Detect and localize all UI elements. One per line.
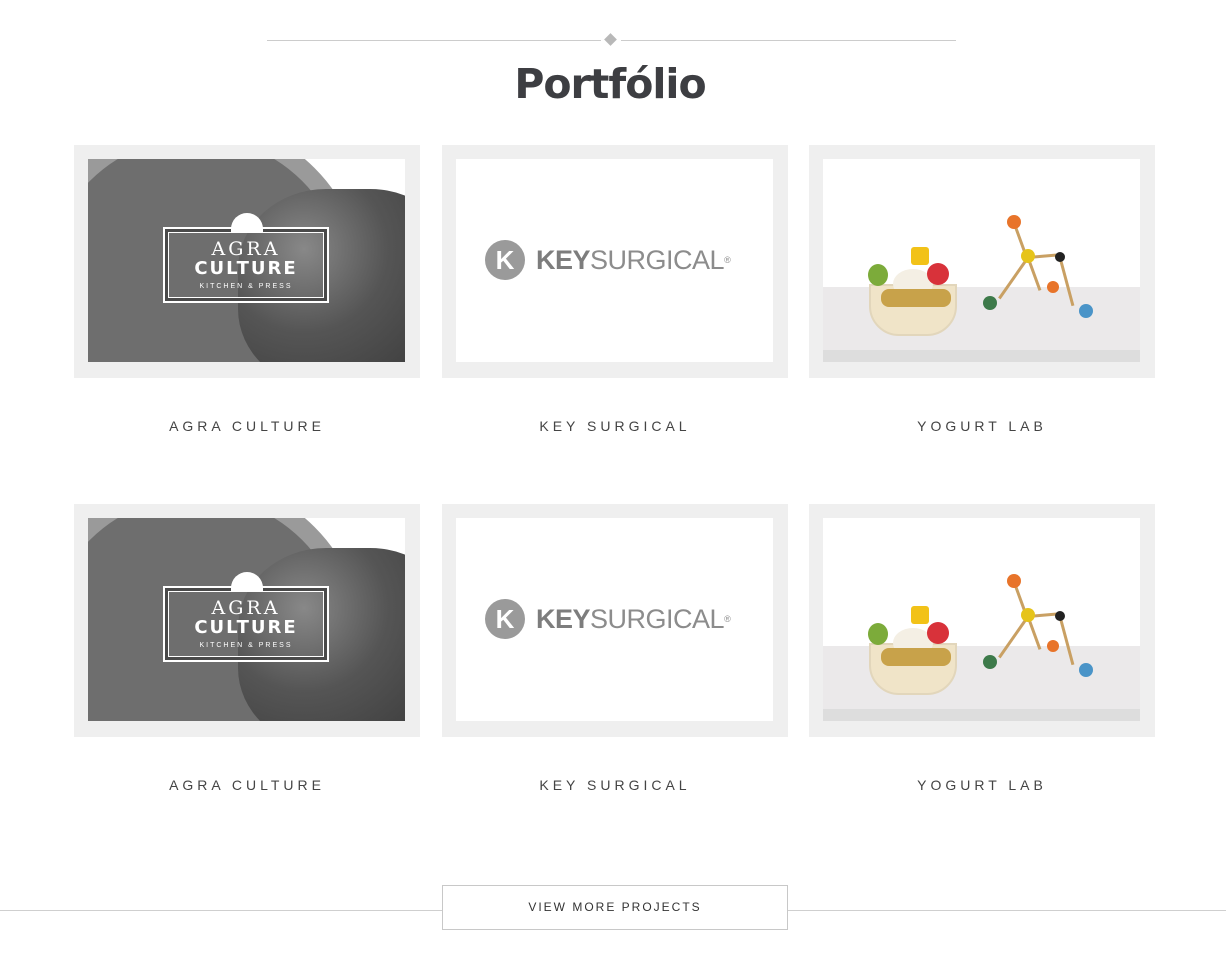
table-edge [823, 350, 1140, 362]
project-card-yogurt-lab[interactable] [809, 504, 1155, 737]
project-card-agra-culture[interactable]: AGRA CULTURE KITCHEN & PRESS [74, 504, 420, 737]
molecule-ball [983, 296, 997, 310]
logo-line: AGRA [211, 597, 281, 619]
project-name[interactable]: KEY SURGICAL [442, 418, 788, 434]
logo-rest: SURGICAL [590, 245, 725, 275]
divider-line-left [267, 40, 601, 41]
molecule-ball [1007, 215, 1021, 229]
project-card-yogurt-lab[interactable] [809, 145, 1155, 378]
kiwi-fruit [868, 264, 888, 286]
table-edge [823, 709, 1140, 721]
logo-line: AGRA [211, 238, 281, 260]
mango-fruit [911, 606, 929, 624]
project-card-key-surgical[interactable]: K KEYSURGICAL® [442, 504, 788, 737]
project-card-agra-culture[interactable]: AGRA CULTURE KITCHEN & PRESS [74, 145, 420, 378]
granola [881, 289, 951, 307]
molecule-ball [1047, 281, 1059, 293]
molecule-ball [1021, 249, 1035, 263]
key-surgical-k-icon: K [485, 240, 525, 280]
granola [881, 648, 951, 666]
molecule-ball [1055, 252, 1065, 262]
project-name[interactable]: YOGURT LAB [809, 777, 1155, 793]
mango-fruit [911, 247, 929, 265]
key-surgical-wordmark: KEYSURGICAL® [536, 602, 731, 636]
project-name[interactable]: AGRA CULTURE [74, 777, 420, 793]
project-thumbnail [823, 518, 1140, 721]
project-thumbnail: AGRA CULTURE KITCHEN & PRESS [88, 518, 405, 721]
logo-line: CULTURE [194, 617, 298, 638]
agra-culture-logo: AGRA CULTURE KITCHEN & PRESS [163, 213, 329, 303]
agra-culture-logo: AGRA CULTURE KITCHEN & PRESS [163, 572, 329, 662]
diamond-ornament-icon [604, 33, 617, 46]
logo-line: CULTURE [194, 258, 298, 279]
project-thumbnail: K KEYSURGICAL® [456, 159, 773, 362]
project-thumbnail: AGRA CULTURE KITCHEN & PRESS [88, 159, 405, 362]
project-card-key-surgical[interactable]: K KEYSURGICAL® [442, 145, 788, 378]
logo-line: KITCHEN & PRESS [199, 642, 293, 649]
strawberry-fruit [927, 622, 949, 644]
divider-line-right [621, 40, 956, 41]
key-surgical-wordmark: KEYSURGICAL® [536, 243, 731, 277]
strawberry-fruit [927, 263, 949, 285]
molecule-ball [1079, 663, 1093, 677]
molecule-ball [1055, 611, 1065, 621]
molecule-ball [1047, 640, 1059, 652]
molecule-ball [1079, 304, 1093, 318]
view-more-projects-button[interactable]: VIEW MORE PROJECTS [442, 885, 788, 930]
project-name[interactable]: AGRA CULTURE [74, 418, 420, 434]
registered-mark: ® [724, 614, 731, 624]
molecule-ball [1007, 574, 1021, 588]
project-thumbnail: K KEYSURGICAL® [456, 518, 773, 721]
logo-bold: KEY [536, 245, 591, 275]
kiwi-fruit [868, 623, 888, 645]
molecule-ball [983, 655, 997, 669]
key-surgical-k-icon: K [485, 599, 525, 639]
molecule-ball [1021, 608, 1035, 622]
logo-bold: KEY [536, 604, 591, 634]
project-name[interactable]: YOGURT LAB [809, 418, 1155, 434]
logo-rest: SURGICAL [590, 604, 725, 634]
registered-mark: ® [724, 255, 731, 265]
logo-line: KITCHEN & PRESS [199, 283, 293, 290]
section-title: Portfólio [514, 60, 706, 108]
project-name[interactable]: KEY SURGICAL [442, 777, 788, 793]
project-thumbnail [823, 159, 1140, 362]
